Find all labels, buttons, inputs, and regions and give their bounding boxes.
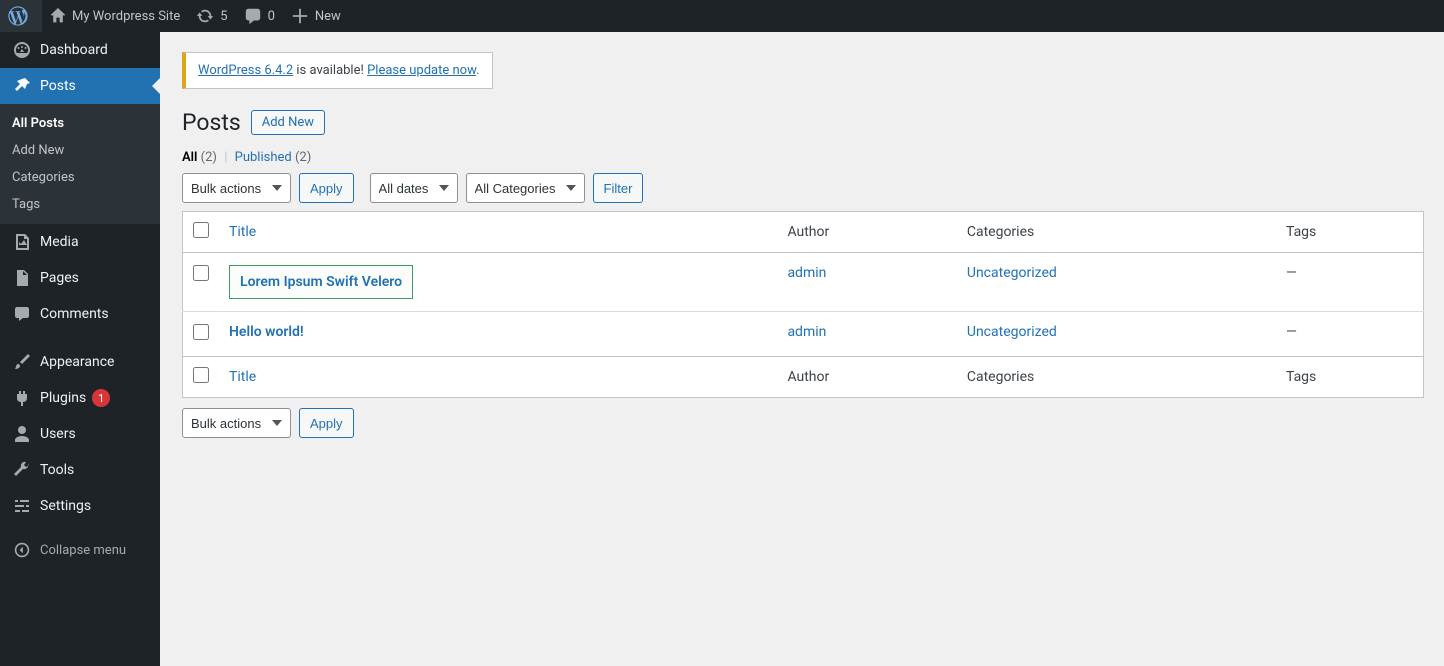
select-all-checkbox[interactable] — [193, 222, 209, 238]
menu-label: Appearance — [40, 354, 114, 370]
menu-label: Dashboard — [40, 42, 108, 58]
select-all-checkbox-footer[interactable] — [193, 367, 209, 383]
submenu-add-new[interactable]: Add New — [0, 137, 160, 164]
category-link[interactable]: Uncategorized — [967, 324, 1057, 340]
pin-icon — [12, 76, 32, 96]
menu-label: Comments — [40, 306, 109, 322]
col-categories: Categories — [957, 212, 1276, 253]
home-icon — [50, 8, 66, 24]
table-row: Hello world! admin Uncategorized — — [183, 312, 1424, 357]
row-checkbox[interactable] — [193, 265, 209, 281]
new-content-link[interactable]: New — [283, 0, 349, 32]
posts-table: Title Author Categories Tags Lorem Ipsum… — [182, 211, 1424, 398]
menu-label: Users — [40, 426, 76, 442]
comments-icon — [244, 7, 262, 25]
page-title: Posts — [182, 109, 241, 136]
menu-users[interactable]: Users — [0, 416, 160, 452]
col-tags: Tags — [1276, 212, 1424, 253]
notice-text: is available! — [293, 63, 367, 78]
table-row: Lorem Ipsum Swift Velero admin Uncategor… — [183, 253, 1424, 312]
user-icon — [12, 424, 32, 444]
comments-count: 0 — [268, 9, 275, 24]
author-link[interactable]: admin — [787, 324, 826, 340]
posts-submenu: All Posts Add New Categories Tags — [0, 104, 160, 224]
new-label: New — [315, 9, 341, 24]
updates-link[interactable]: 5 — [188, 0, 235, 32]
plus-icon — [291, 7, 309, 25]
menu-comments[interactable]: Comments — [0, 296, 160, 332]
tablenav-top: Bulk actions Apply All dates All Categor… — [182, 173, 1424, 203]
wp-logo[interactable] — [0, 0, 42, 32]
menu-pages[interactable]: Pages — [0, 260, 160, 296]
updates-icon — [196, 7, 214, 25]
update-notice: WordPress 6.4.2 is available! Please upd… — [182, 52, 493, 89]
menu-media[interactable]: Media — [0, 224, 160, 260]
site-name-link[interactable]: My Wordpress Site — [42, 0, 188, 32]
menu-label: Settings — [40, 498, 91, 514]
col-categories-footer: Categories — [957, 357, 1276, 398]
collapse-label: Collapse menu — [40, 543, 126, 558]
submenu-all-posts[interactable]: All Posts — [0, 110, 160, 137]
post-title-link[interactable]: Hello world! — [229, 324, 304, 340]
wordpress-icon — [8, 6, 28, 26]
dashboard-icon — [12, 40, 32, 60]
main-content: WordPress 6.4.2 is available! Please upd… — [160, 32, 1444, 466]
tags-cell: — — [1276, 312, 1424, 357]
add-new-button[interactable]: Add New — [251, 110, 325, 135]
menu-label: Plugins — [40, 390, 86, 406]
site-name-text: My Wordpress Site — [72, 9, 180, 24]
menu-label: Tools — [40, 462, 74, 478]
wrench-icon — [12, 460, 32, 480]
filter-button[interactable]: Filter — [593, 173, 644, 203]
menu-label: Posts — [40, 78, 76, 94]
sliders-icon — [12, 496, 32, 516]
comment-icon — [12, 304, 32, 324]
tags-cell: — — [1276, 253, 1424, 312]
submenu-categories[interactable]: Categories — [0, 164, 160, 191]
bulk-actions-select[interactable]: Bulk actions — [182, 173, 291, 203]
submenu-tags[interactable]: Tags — [0, 191, 160, 218]
apply-button[interactable]: Apply — [299, 173, 354, 203]
admin-sidebar: Dashboard Posts All Posts Add New Catego… — [0, 32, 160, 666]
wp-version-link[interactable]: WordPress 6.4.2 — [198, 63, 293, 78]
collapse-menu[interactable]: Collapse menu — [0, 532, 160, 568]
col-title-footer[interactable]: Title — [219, 357, 777, 398]
author-link[interactable]: admin — [787, 265, 826, 281]
menu-plugins[interactable]: Plugins 1 — [0, 380, 160, 416]
menu-tools[interactable]: Tools — [0, 452, 160, 488]
col-author-footer: Author — [777, 357, 956, 398]
media-icon — [12, 232, 32, 252]
menu-label: Media — [40, 234, 79, 250]
col-title[interactable]: Title — [219, 212, 777, 253]
bulk-actions-select-bottom[interactable]: Bulk actions — [182, 408, 291, 438]
plug-icon — [12, 388, 32, 408]
menu-dashboard[interactable]: Dashboard — [0, 32, 160, 68]
update-now-link[interactable]: Please update now — [367, 63, 476, 78]
category-link[interactable]: Uncategorized — [967, 265, 1057, 281]
dates-select[interactable]: All dates — [370, 173, 458, 203]
admin-toolbar: My Wordpress Site 5 0 New — [0, 0, 1444, 32]
menu-appearance[interactable]: Appearance — [0, 344, 160, 380]
apply-button-bottom[interactable]: Apply — [299, 408, 354, 438]
categories-select[interactable]: All Categories — [466, 173, 585, 203]
menu-label: Pages — [40, 270, 79, 286]
menu-posts[interactable]: Posts — [0, 68, 160, 104]
brush-icon — [12, 352, 32, 372]
comments-link[interactable]: 0 — [236, 0, 283, 32]
row-checkbox[interactable] — [193, 324, 209, 340]
tablenav-bottom: Bulk actions Apply — [182, 408, 1424, 438]
menu-settings[interactable]: Settings — [0, 488, 160, 524]
view-published[interactable]: Published — [235, 150, 292, 165]
view-all[interactable]: All (2) — [182, 150, 217, 165]
view-filters: All (2) | Published (2) — [182, 150, 1424, 165]
col-author: Author — [777, 212, 956, 253]
plugins-update-badge: 1 — [92, 389, 110, 407]
page-header: Posts Add New — [182, 109, 1424, 136]
post-title-link[interactable]: Lorem Ipsum Swift Velero — [240, 274, 402, 290]
pages-icon — [12, 268, 32, 288]
collapse-icon — [12, 540, 32, 560]
col-tags-footer: Tags — [1276, 357, 1424, 398]
updates-count: 5 — [220, 9, 227, 24]
